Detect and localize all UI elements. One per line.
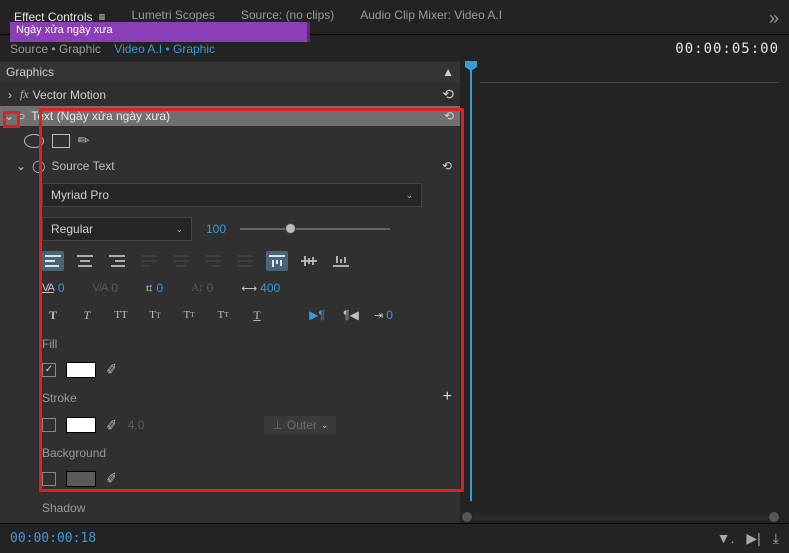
sequence-name[interactable]: Video A.I: [114, 42, 162, 56]
filter-icon[interactable]: ▼.: [717, 530, 735, 547]
background-swatch[interactable]: [66, 471, 96, 487]
valign-top-button[interactable]: [266, 251, 288, 271]
leading-field[interactable]: A↕ 0: [191, 281, 213, 295]
justify-right-button[interactable]: [202, 251, 224, 271]
font-family-dropdown[interactable]: Myriad Pro⌄: [42, 183, 422, 207]
keyframe-nav-icon[interactable]: ▶|: [746, 530, 760, 547]
fill-checkbox[interactable]: [42, 363, 56, 377]
align-row: [42, 251, 452, 271]
sequence-item[interactable]: Graphic: [173, 42, 215, 56]
stroke-mode-dropdown[interactable]: ⊥Outer⌄: [264, 416, 336, 434]
justify-full-button[interactable]: [234, 251, 256, 271]
stroke-swatch[interactable]: [66, 417, 96, 433]
tracking-field[interactable]: VA 0: [42, 281, 65, 295]
row-vector-motion[interactable]: › fx Vector Motion ⟲: [0, 82, 460, 106]
current-timecode[interactable]: 00:00:00:18: [10, 531, 96, 546]
align-right-button[interactable]: [106, 251, 128, 271]
valign-center-button[interactable]: [298, 251, 320, 271]
vector-motion-label: Vector Motion: [33, 88, 106, 102]
eyedropper-icon[interactable]: ✐: [105, 416, 120, 435]
italic-button[interactable]: T: [76, 305, 98, 325]
tsume-field[interactable]: ⟷ 400: [241, 281, 280, 295]
source-clip-name: Graphic: [59, 42, 101, 56]
eyedropper-icon[interactable]: ✐: [105, 360, 120, 379]
graphics-label: Graphics: [6, 65, 54, 79]
subscript-button[interactable]: TT: [212, 305, 234, 325]
font-size-value[interactable]: 100: [206, 222, 226, 236]
font-style-dropdown[interactable]: Regular⌄: [42, 217, 192, 241]
pen-mask-icon[interactable]: ✎: [74, 130, 94, 151]
stroke-checkbox[interactable]: [42, 418, 56, 432]
source-label: Source: [10, 42, 48, 56]
mini-timeline[interactable]: Ngày xửa ngày xưa: [460, 61, 789, 531]
rect-mask-icon[interactable]: [52, 134, 70, 148]
panel-overflow-icon[interactable]: »: [769, 13, 779, 23]
stopwatch-icon[interactable]: ◯: [32, 159, 45, 173]
panel-footer: 00:00:00:18 ▼. ▶| ⤓: [0, 523, 789, 553]
align-center-button[interactable]: [74, 251, 96, 271]
ellipse-mask-icon[interactable]: [24, 134, 44, 148]
justify-center-button[interactable]: [170, 251, 192, 271]
scroll-cap-left[interactable]: [462, 512, 472, 522]
collapse-caret-icon[interactable]: ⌄: [16, 159, 24, 173]
justify-left-button[interactable]: [138, 251, 160, 271]
stroke-section-label: Stroke: [42, 391, 77, 405]
reset-icon[interactable]: ⟲: [442, 159, 452, 173]
smallcaps-button[interactable]: TT: [144, 305, 166, 325]
chevron-down-icon: ⌄: [405, 190, 413, 201]
row-graphics[interactable]: Graphics ▲: [0, 61, 460, 82]
bold-button[interactable]: T: [42, 305, 64, 325]
chevron-down-icon: ⌄: [175, 224, 183, 235]
fill-swatch[interactable]: [66, 362, 96, 378]
allcaps-button[interactable]: TT: [110, 305, 132, 325]
collapse-caret-icon[interactable]: ⌄: [4, 109, 12, 123]
source-text-label: Source Text: [51, 159, 114, 173]
row-text-effect[interactable]: ⌄ ○ Text (Ngày xửa ngày xưa) ⟲: [0, 106, 460, 126]
timeline-clip[interactable]: Ngày xửa ngày xưa: [10, 22, 310, 42]
reset-icon[interactable]: ⟲: [442, 86, 454, 103]
reset-icon[interactable]: ⟲: [444, 109, 454, 123]
playhead-handle-icon[interactable]: [465, 61, 477, 71]
expand-caret-icon[interactable]: ›: [6, 88, 14, 102]
add-stroke-button[interactable]: +: [443, 388, 452, 406]
text-properties-panel: ✎ ⌄ ◯ Source Text ⟲ Myriad Pro⌄ Regular⌄…: [0, 126, 460, 531]
fx-badge-icon: fx: [20, 87, 29, 102]
ruler-timecode: 00:00:05:00: [675, 41, 779, 57]
rtl-button[interactable]: ¶◀: [340, 305, 362, 325]
fill-section-label: Fill: [42, 337, 452, 351]
baseline-field[interactable]: t↕ 0: [146, 281, 163, 295]
underline-button[interactable]: T: [246, 305, 268, 325]
background-section-label: Background: [42, 446, 452, 460]
export-icon[interactable]: ⤓: [773, 530, 779, 547]
timeline-zoom-scrollbar[interactable]: [462, 511, 779, 523]
align-left-button[interactable]: [42, 251, 64, 271]
indent-field[interactable]: ⇥ 0: [374, 308, 393, 322]
superscript-button[interactable]: TT: [178, 305, 200, 325]
scroll-cap-right[interactable]: [769, 512, 779, 522]
eyedropper-icon[interactable]: ✐: [105, 469, 120, 488]
collapse-up-icon[interactable]: ▲: [442, 65, 454, 79]
background-checkbox[interactable]: [42, 472, 56, 486]
timeline-ruler[interactable]: [480, 61, 779, 83]
tab-audio-mixer[interactable]: Audio Clip Mixer: Video A.I: [356, 6, 506, 30]
font-size-slider[interactable]: [240, 228, 390, 230]
playhead[interactable]: [470, 61, 472, 501]
shadow-section-label: Shadow: [42, 501, 452, 515]
valign-bottom-button[interactable]: [330, 251, 352, 271]
text-effect-label: Text (Ngày xửa ngày xưa): [31, 109, 170, 123]
ltr-button[interactable]: ▶¶: [306, 305, 328, 325]
stroke-width-value[interactable]: 4.0: [128, 418, 145, 432]
kerning-field[interactable]: V/A 0: [93, 281, 118, 295]
